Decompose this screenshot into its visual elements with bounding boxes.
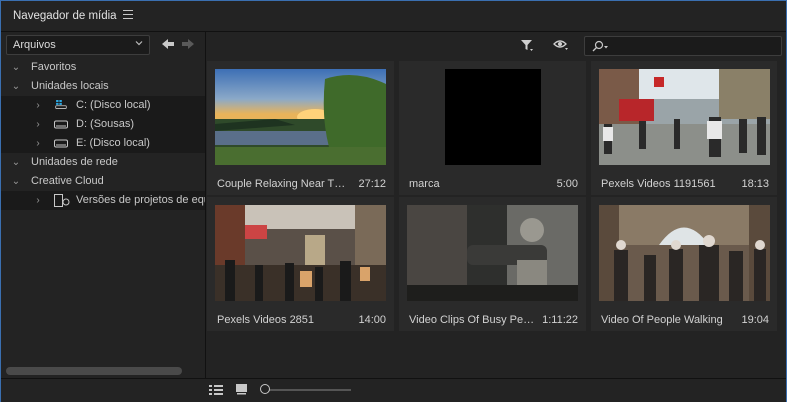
chevron-down-icon[interactable]: ⌄ (11, 58, 21, 77)
tree-item-drive-e[interactable]: › E: (Disco local) (1, 134, 205, 153)
windows-drive-icon (55, 100, 67, 109)
zoom-slider-thumb[interactable] (260, 384, 270, 394)
source-dropdown-value: Arquivos (13, 39, 56, 51)
tree-item-label: D: (Sousas) (76, 118, 135, 130)
back-arrow-icon[interactable] (161, 38, 175, 50)
tree-item-unidades-locais[interactable]: ⌄ Unidades locais (1, 77, 205, 96)
filter-icon[interactable] (520, 38, 534, 52)
media-thumbnail[interactable] (445, 69, 541, 165)
drive-icon (54, 139, 68, 148)
source-dropdown[interactable]: Arquivos (6, 35, 150, 55)
media-name: marca (409, 178, 440, 190)
chevron-down-icon[interactable]: ⌄ (11, 172, 21, 191)
media-item[interactable]: Video Of People Walking 19:04 (591, 197, 777, 331)
search-icon (592, 40, 608, 52)
tree-item-label: Unidades de rede (31, 156, 118, 168)
tree-item-team-projects[interactable]: › Versões de projetos de equipe (1, 191, 205, 210)
search-input[interactable] (584, 36, 782, 56)
media-thumbnail[interactable] (407, 205, 578, 301)
media-item[interactable]: Couple Relaxing Near The ... 27:12 (207, 61, 394, 195)
tree-item-label: C: (Disco local) (76, 99, 151, 111)
chevron-right-icon[interactable]: › (33, 134, 43, 153)
tree-item-favoritos[interactable]: ⌄ Favoritos (1, 58, 205, 77)
media-duration: 1:11:22 (542, 314, 578, 326)
chevron-down-icon[interactable]: ⌄ (11, 77, 21, 96)
zoom-slider-track[interactable] (263, 389, 351, 391)
drive-icon (54, 120, 68, 129)
media-thumbnail[interactable] (215, 205, 386, 301)
media-duration: 18:13 (741, 178, 769, 190)
media-grid: Couple Relaxing Near The ... 27:12 marca… (206, 60, 786, 378)
media-thumbnail[interactable] (599, 205, 770, 301)
tree-item-drive-c[interactable]: › C: (Disco local) (1, 96, 205, 115)
media-item[interactable]: Pexels Videos 1191561 18:13 (591, 61, 777, 195)
panel-header: Navegador de mídia (1, 1, 786, 32)
media-duration: 5:00 (556, 178, 578, 190)
icon-view-icon[interactable] (236, 384, 248, 395)
media-duration: 19:04 (741, 314, 769, 326)
tree-item-unidades-de-rede[interactable]: ⌄ Unidades de rede (1, 153, 205, 172)
chevron-right-icon[interactable]: › (33, 96, 43, 115)
media-name: Pexels Videos 2851 (217, 314, 315, 326)
folder-tree: ⌄ Favoritos ⌄ Unidades locais › C: (Disc… (1, 58, 205, 210)
list-view-icon[interactable] (209, 384, 223, 396)
media-item[interactable]: Pexels Videos 2851 14:00 (207, 197, 394, 331)
tree-item-label: Favoritos (31, 61, 77, 73)
tree-item-label: E: (Disco local) (76, 137, 150, 149)
media-thumbnail[interactable] (215, 69, 386, 165)
media-thumbnail[interactable] (599, 69, 770, 165)
chevron-down-icon (135, 41, 143, 46)
panel-footer (1, 378, 786, 402)
chevron-right-icon[interactable]: › (33, 191, 43, 210)
media-name: Video Clips Of Busy Peop... (409, 314, 539, 326)
forward-arrow-icon[interactable] (181, 38, 195, 50)
browser-toolbar (206, 32, 786, 60)
panel-menu-icon[interactable] (123, 10, 133, 20)
media-name: Pexels Videos 1191561 (601, 178, 716, 190)
eye-icon[interactable] (553, 39, 569, 51)
chevron-right-icon[interactable]: › (33, 115, 43, 134)
media-duration: 27:12 (358, 178, 386, 190)
tree-item-label: Versões de projetos de equipe (76, 194, 205, 206)
media-name: Couple Relaxing Near The ... (217, 178, 347, 190)
tree-item-drive-d[interactable]: › D: (Sousas) (1, 115, 205, 134)
tree-item-label: Creative Cloud (31, 175, 104, 187)
panel-title: Navegador de mídia (13, 10, 117, 22)
media-duration: 14:00 (358, 314, 386, 326)
tree-item-creative-cloud[interactable]: ⌄ Creative Cloud (1, 172, 205, 191)
tree-item-label: Unidades locais (31, 80, 109, 92)
horizontal-scrollbar[interactable] (6, 367, 182, 375)
chevron-down-icon[interactable]: ⌄ (11, 153, 21, 172)
media-browser-panel: Navegador de mídia Arquivos ⌄ Favoritos … (0, 0, 787, 402)
media-item[interactable]: Video Clips Of Busy Peop... 1:11:22 (399, 197, 586, 331)
team-project-icon (54, 194, 70, 207)
source-pane: Arquivos ⌄ Favoritos ⌄ Unidades locais ›… (1, 32, 206, 378)
media-name: Video Of People Walking (601, 314, 723, 326)
media-item[interactable]: marca 5:00 (399, 61, 586, 195)
